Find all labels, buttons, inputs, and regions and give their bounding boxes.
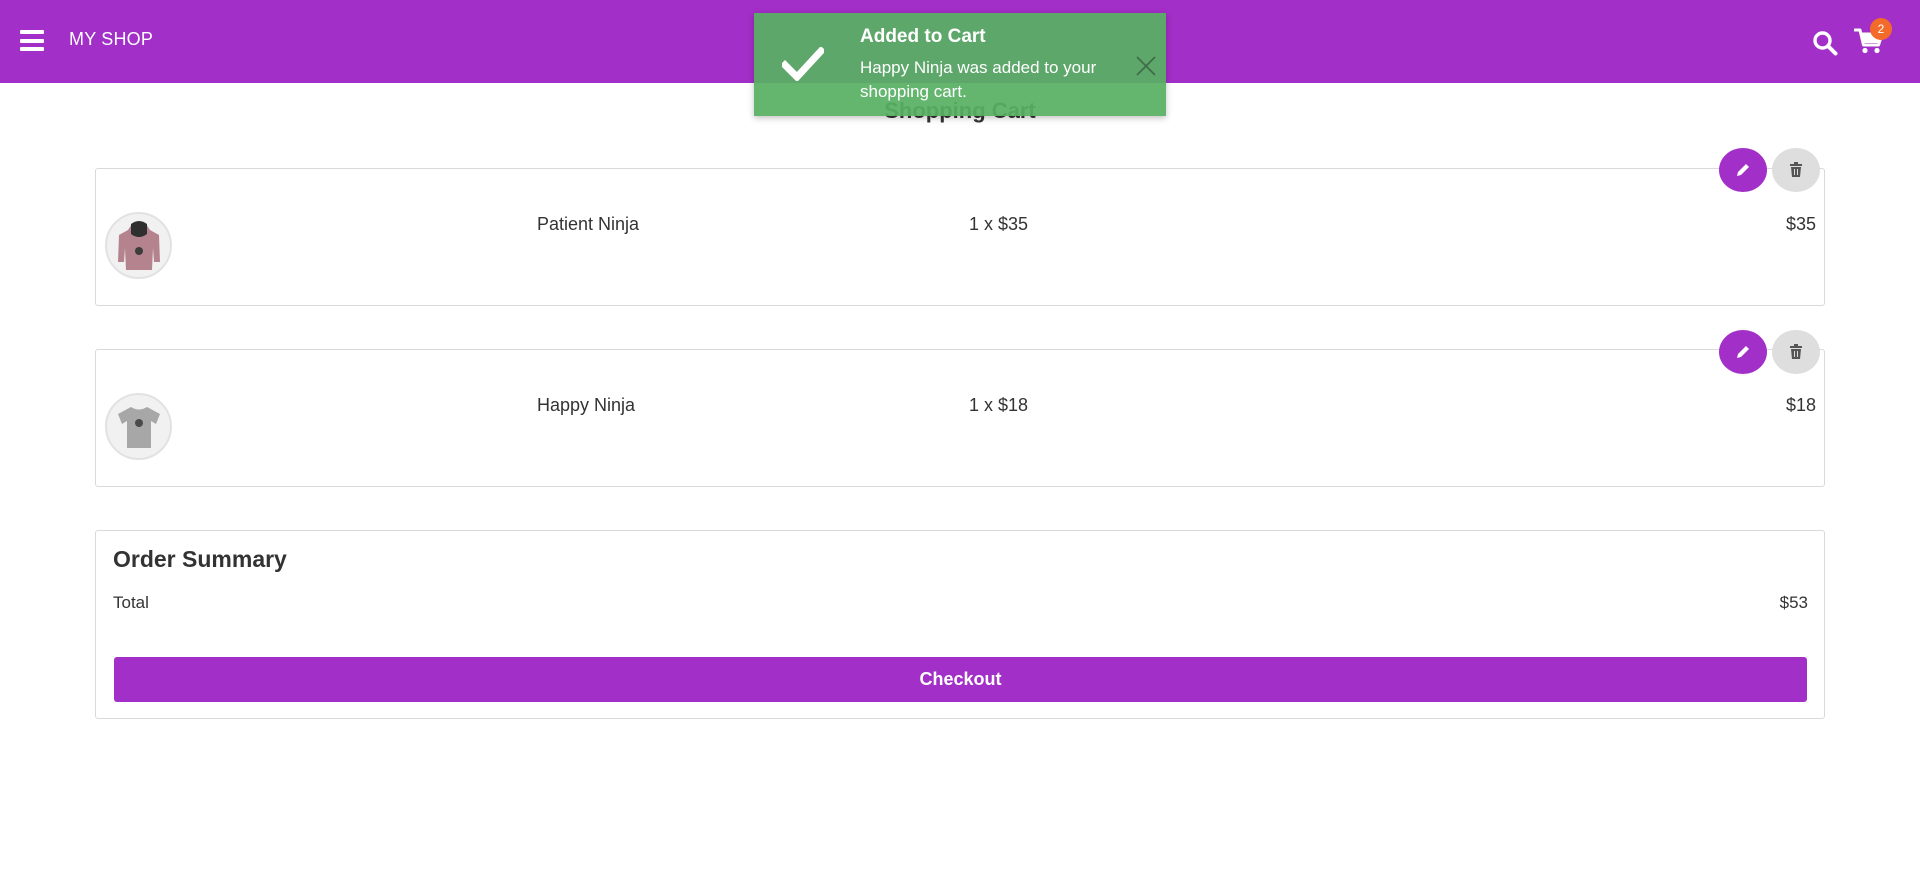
- cart-item: Patient Ninja 1 x $35 $35: [95, 168, 1825, 306]
- close-icon[interactable]: [1134, 54, 1158, 78]
- delete-item-button[interactable]: [1772, 330, 1820, 374]
- delete-item-button[interactable]: [1772, 148, 1820, 192]
- edit-item-button[interactable]: [1719, 330, 1767, 374]
- item-total: $18: [1785, 395, 1816, 415]
- toast-title: Added to Cart: [860, 26, 986, 47]
- item-total: $35: [1785, 214, 1816, 234]
- checkmark-icon: [782, 47, 824, 81]
- order-summary-panel: Order Summary Total $53 Checkout: [95, 530, 1825, 719]
- shop-brand-link[interactable]: MY SHOP: [69, 29, 153, 50]
- menu-icon[interactable]: [20, 30, 44, 51]
- item-quantity-price: 1 x $18: [969, 395, 1029, 415]
- trash-icon: [1790, 162, 1802, 177]
- total-value: $53: [1779, 593, 1808, 612]
- edit-item-button[interactable]: [1719, 148, 1767, 192]
- search-icon[interactable]: [1812, 30, 1838, 56]
- cart-count-badge: 2: [1870, 18, 1892, 40]
- product-thumbnail-hoodie[interactable]: [105, 212, 172, 279]
- pencil-icon: [1737, 164, 1749, 176]
- added-to-cart-toast: Added to Cart Happy Ninja was added to y…: [754, 13, 1166, 116]
- checkout-button[interactable]: Checkout: [114, 657, 1807, 702]
- order-summary-title: Order Summary: [113, 546, 287, 572]
- item-quantity-price: 1 x $35: [969, 214, 1029, 234]
- pencil-icon: [1737, 346, 1749, 358]
- item-name: Patient Ninja: [537, 214, 640, 234]
- product-thumbnail-t-shirt[interactable]: [105, 393, 172, 460]
- toast-message: Happy Ninja was added to your shopping c…: [860, 58, 1097, 101]
- total-label: Total: [113, 593, 149, 612]
- cart-item: Happy Ninja 1 x $18 $18: [95, 349, 1825, 487]
- trash-icon: [1790, 344, 1802, 359]
- item-name: Happy Ninja: [537, 395, 636, 415]
